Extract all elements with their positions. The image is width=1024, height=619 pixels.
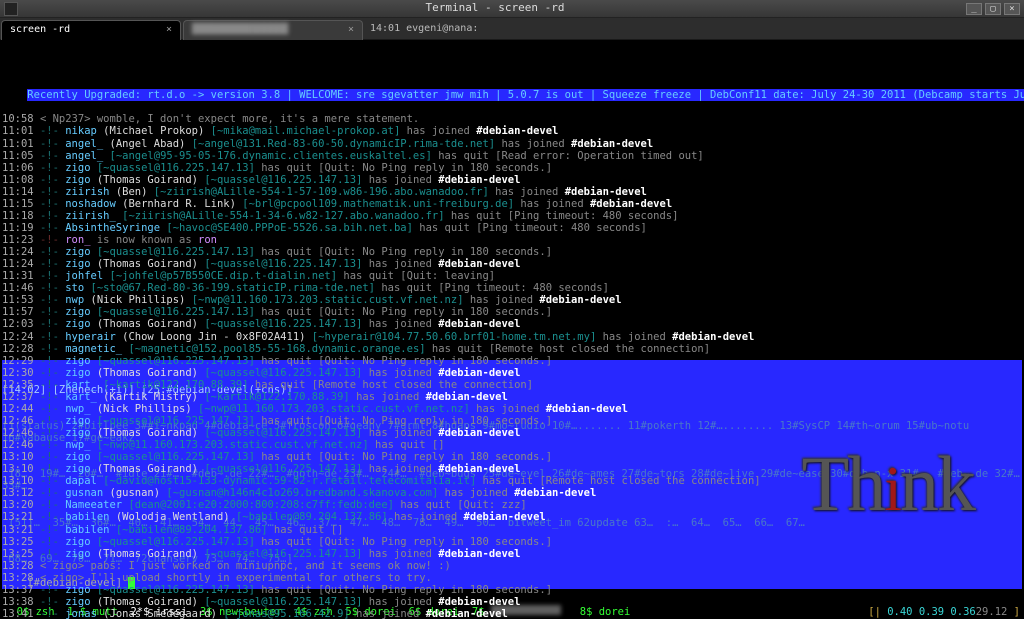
window-icon — [4, 2, 18, 16]
irc-scrollback: 10:58 < Np237> womble, I don't expect mo… — [2, 113, 1022, 619]
tab-bar: screen -rd × ████████████████ × 14:01 ev… — [0, 18, 1024, 40]
window-titlebar: Terminal - screen -rd _ ▢ × — [0, 0, 1024, 18]
clock-prompt: 14:01 evgeni@nana: — [370, 23, 478, 35]
maximize-button[interactable]: ▢ — [985, 3, 1001, 15]
close-icon[interactable]: × — [342, 24, 354, 36]
close-button[interactable]: × — [1004, 3, 1020, 15]
terminal-tab-0[interactable]: screen -rd × — [1, 20, 181, 40]
terminal-viewport[interactable]: Think Recently Upgraded: rt.d.o -> versi… — [0, 40, 1024, 619]
window-title: Terminal - screen -rd — [24, 2, 966, 15]
close-icon[interactable]: × — [160, 24, 172, 36]
tab-label: screen -rd — [10, 24, 70, 36]
irc-topic: Recently Upgraded: rt.d.o -> version 3.8… — [27, 89, 1024, 101]
terminal-tab-1[interactable]: ████████████████ × — [183, 20, 363, 40]
minimize-button[interactable]: _ — [966, 3, 982, 15]
tab-label: ████████████████ — [192, 24, 288, 36]
